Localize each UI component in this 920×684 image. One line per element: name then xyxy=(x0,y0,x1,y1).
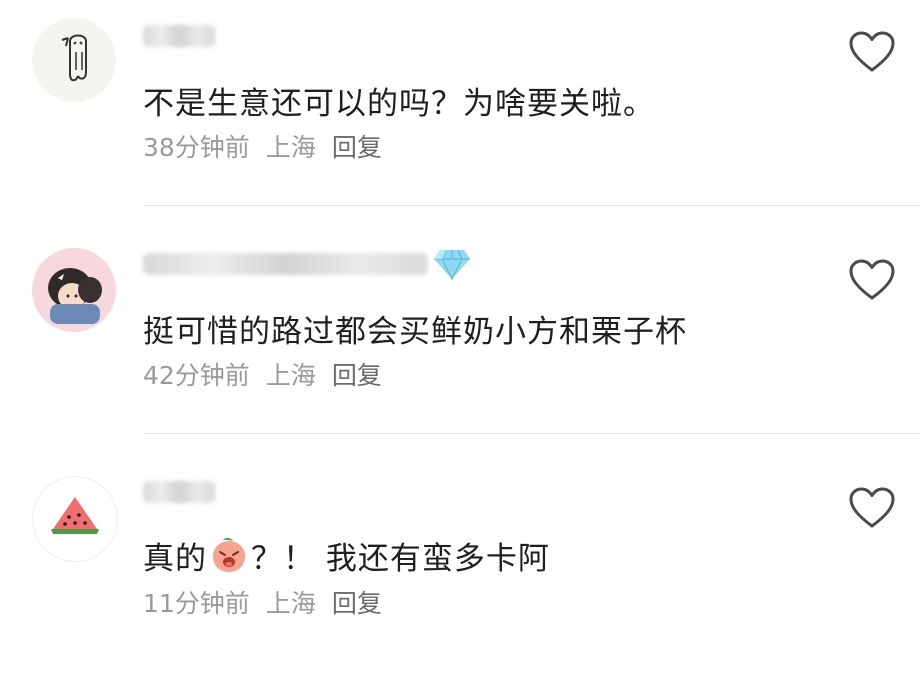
comment-time: 11分钟前 xyxy=(143,589,250,618)
comment-meta: 42分钟前 上海 回复 xyxy=(143,356,382,392)
diamond-badge-icon xyxy=(434,249,470,281)
doodle-avatar-icon xyxy=(61,34,87,82)
heart-outline-icon xyxy=(849,487,895,528)
comment-location: 上海 xyxy=(265,361,316,390)
divider xyxy=(143,205,920,206)
heart-outline-icon xyxy=(849,259,895,300)
like-button[interactable] xyxy=(846,28,898,76)
comment-time: 38分钟前 xyxy=(143,133,250,162)
blurred-name xyxy=(143,25,215,47)
blurred-name xyxy=(143,481,215,503)
anime-avatar-icon xyxy=(48,268,102,324)
like-button[interactable] xyxy=(846,256,898,304)
comment-location: 上海 xyxy=(265,589,316,618)
comment-text-part: 真的 xyxy=(143,540,207,577)
comment-meta: 38分钟前 上海 回复 xyxy=(143,128,382,164)
username-blurred[interactable] xyxy=(143,22,215,50)
avatar[interactable] xyxy=(32,18,116,102)
comment-text: 真的 ？！ 我还有蛮多卡阿 xyxy=(143,530,550,580)
heart-outline-icon xyxy=(849,31,895,72)
like-button[interactable] xyxy=(846,484,898,532)
comment-text: 不是生意还可以的吗？为啥要关啦。 xyxy=(143,85,655,122)
watermelon-icon xyxy=(51,497,99,534)
comment-meta: 11分钟前 上海 回复 xyxy=(143,584,382,620)
username-blurred[interactable] xyxy=(143,249,472,281)
avatar[interactable] xyxy=(32,248,116,332)
reply-button[interactable]: 回复 xyxy=(332,589,382,618)
comment-text-part: ？！ 我还有蛮多卡阿 xyxy=(251,540,550,577)
comment-item-1: 不是生意还可以的吗？为啥要关啦。 38分钟前 上海 回复 xyxy=(0,0,920,228)
comment-time: 42分钟前 xyxy=(143,361,250,390)
peach-emoji-icon xyxy=(212,537,246,572)
reply-button[interactable]: 回复 xyxy=(332,133,382,162)
comment-text: 挺可惜的路过都会买鲜奶小方和栗子杯 xyxy=(143,313,687,350)
reply-button[interactable]: 回复 xyxy=(332,361,382,390)
blurred-name xyxy=(143,253,428,275)
username-blurred[interactable] xyxy=(143,478,215,506)
comment-location: 上海 xyxy=(265,133,316,162)
divider xyxy=(143,433,920,434)
comment-item-3: 真的 ？！ 我还有蛮多卡阿 11分钟前 上海 回复 xyxy=(0,456,920,684)
comment-item-2: 挺可惜的路过都会买鲜奶小方和栗子杯 42分钟前 上海 回复 xyxy=(0,228,920,456)
avatar[interactable] xyxy=(32,476,118,562)
